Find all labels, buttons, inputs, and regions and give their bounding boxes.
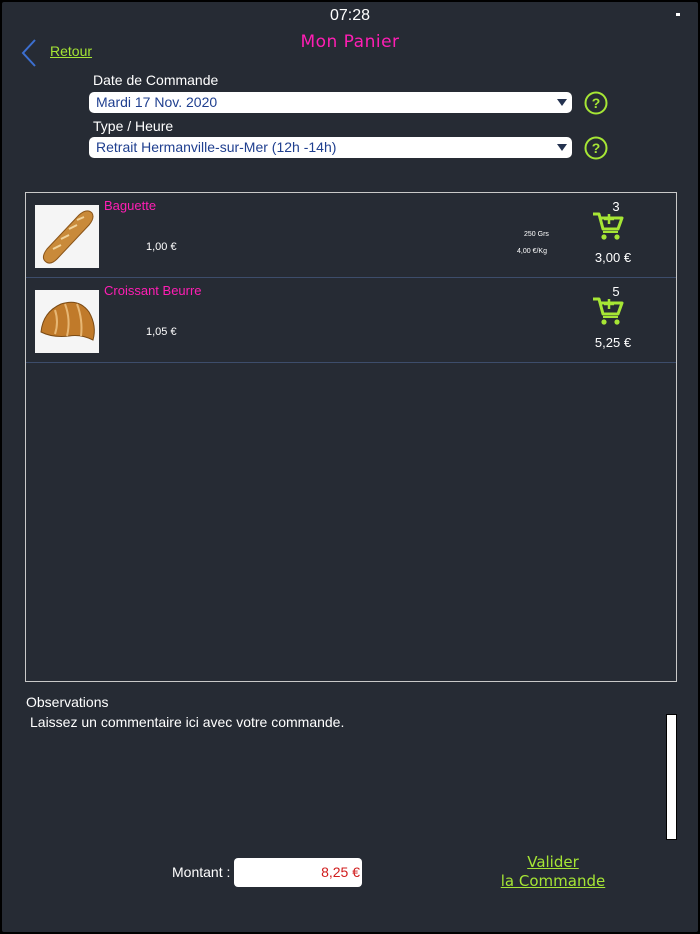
item-price-per-kg: 4,00 €/Kg [517,248,547,255]
observations-textarea[interactable]: Laissez un commentaire ici avec votre co… [26,714,656,839]
help-icon[interactable]: ? [584,91,608,115]
item-name: Baguette [104,198,157,213]
cart-item[interactable]: Baguette 1,00 € 250 Grs 4,00 €/Kg 3 3,00… [26,193,676,278]
observations-label: Observations [26,694,109,710]
cart-item[interactable]: Croissant Beurre 1,05 € 5 5,25 € [26,278,676,363]
croissant-image [35,290,99,353]
item-total: 5,25 € [594,335,632,350]
validate-line-2: la Commande [500,872,606,890]
validate-line-1: Valider [527,853,579,871]
observations-scrollbar[interactable] [666,714,677,840]
cart-icon[interactable] [592,296,624,326]
amount-label: Montant : [172,864,231,880]
item-name: Croissant Beurre [104,283,202,298]
validate-order-button[interactable]: Valider la Commande [488,853,618,891]
cart-list[interactable]: Baguette 1,00 € 250 Grs 4,00 €/Kg 3 3,00… [25,192,677,682]
battery-icon [676,13,680,16]
order-date-select[interactable]: Mardi 17 Nov. 2020 [89,92,572,113]
svg-text:?: ? [592,95,601,111]
status-time: 07:28 [329,7,371,24]
order-date-label: Date de Commande [93,72,219,88]
order-date-value: Mardi 17 Nov. 2020 [96,94,218,110]
order-type-select[interactable]: Retrait Hermanville-sur-Mer (12h -14h) [89,137,572,158]
help-icon[interactable]: ? [584,136,608,160]
baguette-image [35,205,99,268]
svg-text:?: ? [592,140,601,156]
order-type-label: Type / Heure [93,118,174,134]
order-type-value: Retrait Hermanville-sur-Mer (12h -14h) [96,139,337,155]
dropdown-arrow-icon [557,99,567,106]
item-total: 3,00 € [594,250,632,265]
item-weight: 250 Grs [524,231,549,238]
page-title: Mon Panier [300,32,400,52]
dropdown-arrow-icon [557,144,567,151]
cart-icon[interactable] [592,211,624,241]
item-unit-price: 1,00 € [146,241,177,253]
amount-field: 8,25 € [234,858,362,887]
item-unit-price: 1,05 € [146,326,177,338]
app-screen: 07:28 Retour Mon Panier Date de Commande… [2,2,698,932]
